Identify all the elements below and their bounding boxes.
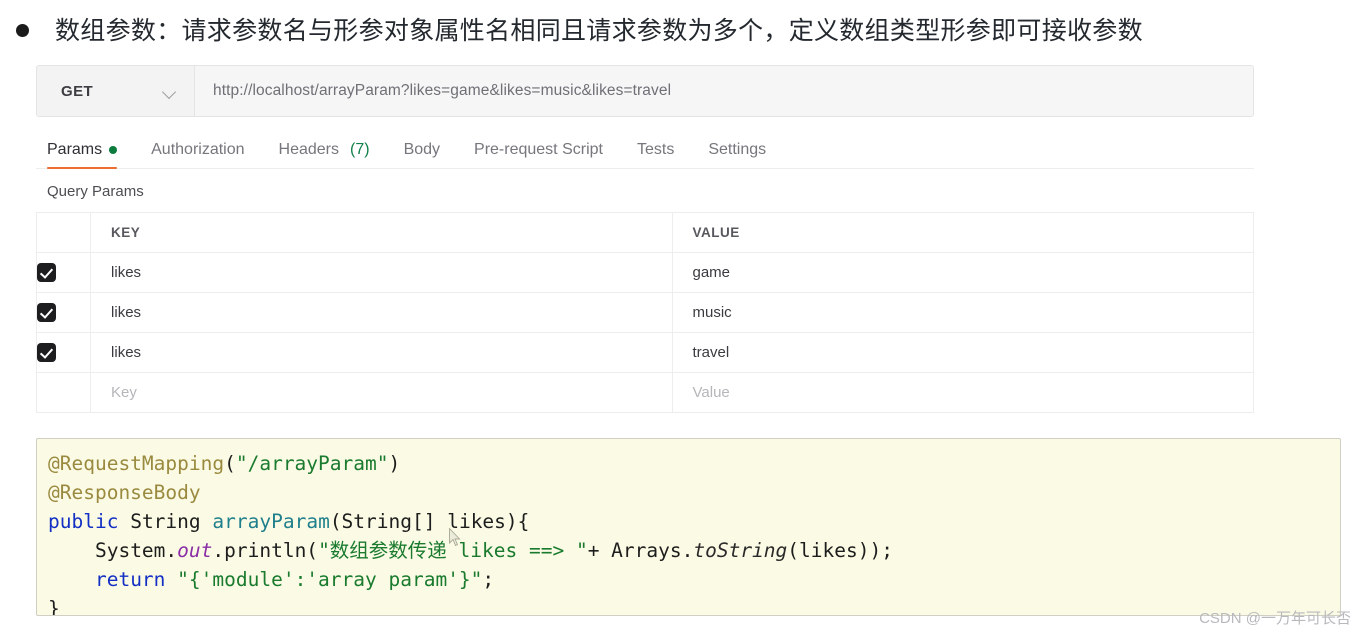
tab-pre-request-script-label: Pre-request Script xyxy=(474,141,603,158)
code-annotation-responsebody: @ResponseBody xyxy=(48,481,201,504)
code-block: @RequestMapping("/arrayParam") @Response… xyxy=(36,438,1341,616)
query-params-title: Query Params xyxy=(47,183,144,200)
bullet-dot-icon xyxy=(16,24,29,37)
query-params-table: KEY VALUE likes game likes music likes t… xyxy=(35,212,1254,413)
tab-settings[interactable]: Settings xyxy=(708,141,766,168)
column-header-key: KEY xyxy=(90,212,673,253)
new-key-input[interactable]: Key xyxy=(90,372,673,413)
code-string-log: "数组参数传递 likes ==> " xyxy=(318,539,588,562)
page-root: 数组参数：请求参数名与形参对象属性名相同且请求参数为多个，定义数组类型形参即可接… xyxy=(0,0,1363,635)
row-key[interactable]: likes xyxy=(90,332,673,373)
tab-headers-label: Headers xyxy=(278,141,339,158)
tab-authorization-label: Authorization xyxy=(151,141,245,158)
code-semicolon: ; xyxy=(482,568,495,591)
row-value[interactable]: game xyxy=(671,252,1254,293)
request-tabs: Params Authorization Headers (7) Body Pr… xyxy=(36,129,1254,169)
url-bar: GET http://localhost/arrayParam?likes=ga… xyxy=(36,65,1254,117)
row-checkbox-cell[interactable] xyxy=(35,252,92,293)
checkbox-checked-icon[interactable] xyxy=(37,303,56,322)
code-static-tostring: toString xyxy=(693,539,788,562)
code-keyword-return: return xyxy=(94,568,166,591)
code-punct: ( xyxy=(224,452,236,475)
code-system-text: System. xyxy=(94,539,178,562)
checkbox-checked-icon[interactable] xyxy=(37,343,56,362)
row-key[interactable]: likes xyxy=(90,292,673,333)
code-punct: ) xyxy=(388,452,401,475)
checkbox-checked-icon[interactable] xyxy=(37,263,56,282)
row-value[interactable]: travel xyxy=(671,332,1254,373)
row-checkbox-cell[interactable] xyxy=(35,332,92,373)
tab-headers-count: (7) xyxy=(350,141,370,158)
table-row-empty: Key Value xyxy=(35,372,1254,413)
tab-params[interactable]: Params xyxy=(47,141,118,169)
column-header-value: VALUE xyxy=(671,212,1254,253)
new-value-input[interactable]: Value xyxy=(671,372,1254,413)
code-closing-brace: } xyxy=(48,597,60,616)
tab-headers[interactable]: Headers (7) xyxy=(279,141,370,168)
url-input[interactable]: http://localhost/arrayParam?likes=game&l… xyxy=(195,66,1253,116)
code-println-call: .println( xyxy=(212,539,319,562)
table-row: likes game xyxy=(35,252,1254,293)
row-value[interactable]: music xyxy=(671,292,1254,333)
tab-params-label: Params xyxy=(47,141,103,158)
code-annotation-requestmapping: @RequestMapping xyxy=(48,452,225,475)
code-call-end: (likes)); xyxy=(787,539,893,562)
row-key[interactable]: likes xyxy=(90,252,673,293)
tab-pre-request-script[interactable]: Pre-request Script xyxy=(474,141,603,168)
tab-body-label: Body xyxy=(403,141,441,158)
tab-settings-label: Settings xyxy=(708,141,767,158)
select-all-header xyxy=(35,212,92,253)
code-string-path: "/arrayParam" xyxy=(235,452,389,475)
heading: 数组参数：请求参数名与形参对象属性名相同且请求参数为多个，定义数组类型形参即可接… xyxy=(0,8,1143,54)
chevron-down-icon xyxy=(163,85,176,98)
code-method-arrayparam: arrayParam xyxy=(212,510,330,533)
http-method-select[interactable]: GET xyxy=(37,66,195,116)
table-header-row: KEY VALUE xyxy=(35,212,1254,253)
code-string-return: "{'module':'array param'}" xyxy=(177,568,483,591)
tab-authorization[interactable]: Authorization xyxy=(151,141,244,168)
tab-tests[interactable]: Tests xyxy=(637,141,674,168)
row-checkbox-cell[interactable] xyxy=(35,292,92,333)
table-row: likes travel xyxy=(35,332,1254,373)
code-method-params: (String[] likes){ xyxy=(329,510,530,533)
http-method-label: GET xyxy=(61,82,94,100)
tab-tests-label: Tests xyxy=(636,141,675,158)
params-modified-dot-icon xyxy=(109,146,118,154)
code-concat-arrays: + Arrays. xyxy=(587,539,694,562)
row-checkbox-cell-empty[interactable] xyxy=(35,372,92,413)
tab-body[interactable]: Body xyxy=(404,141,440,168)
request-panel: GET http://localhost/arrayParam?likes=ga… xyxy=(35,65,1254,413)
table-row: likes music xyxy=(35,292,1254,333)
page-title: 数组参数：请求参数名与形参对象属性名相同且请求参数为多个，定义数组类型形参即可接… xyxy=(55,17,1143,45)
code-keyword-public: public xyxy=(48,510,119,533)
code-type-string: String xyxy=(130,510,201,533)
watermark: CSDN @一万年可长否 xyxy=(1199,610,1351,627)
code-field-out: out xyxy=(177,539,213,562)
